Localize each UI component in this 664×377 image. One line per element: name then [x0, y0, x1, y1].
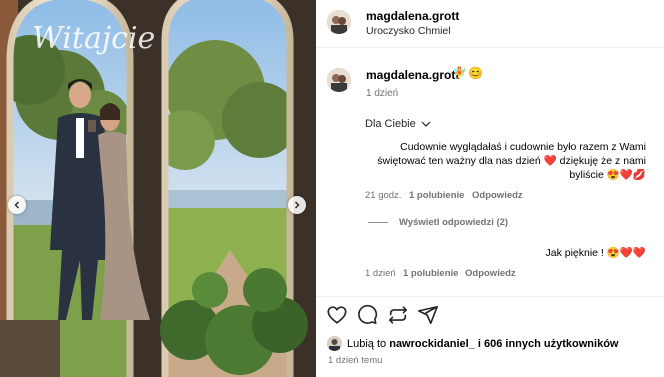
avatar-image	[327, 10, 351, 34]
comment-time[interactable]: 21 godz.	[365, 190, 401, 201]
avatar[interactable]	[327, 68, 351, 92]
post-location[interactable]: Uroczysko Chmiel	[366, 25, 451, 37]
caption-emoji-smile: 😊	[468, 66, 483, 80]
repost-button[interactable]	[387, 304, 409, 331]
comment-reply-button[interactable]: Odpowiedz	[472, 190, 523, 201]
avatar[interactable]	[327, 10, 351, 34]
photo-illustration: Witajcie	[0, 0, 316, 377]
post-photo[interactable]: Witajcie	[0, 0, 316, 377]
comment-likes-count[interactable]: 1 polubienie	[409, 190, 464, 201]
post-author-name[interactable]: magdalena.grott	[366, 9, 459, 23]
view-replies-button[interactable]: Wyświetl odpowiedzi (2)	[399, 217, 508, 228]
comment-button[interactable]	[356, 304, 378, 331]
comment-reply-label: Odpowiedz	[472, 190, 523, 201]
comment-icon	[358, 304, 378, 325]
liker-username[interactable]: nawrockidaniel_	[389, 338, 475, 350]
comment-text: Jak pięknie ! 😍❤️❤️	[545, 247, 646, 259]
comment-time[interactable]: 1 dzień	[365, 268, 396, 279]
comments-filter-label: Dla Ciebie	[365, 118, 416, 130]
post-header: magdalena.grott Uroczysko Chmiel	[316, 0, 664, 48]
comment-likes-count[interactable]: 1 polubienie	[403, 268, 458, 279]
post-time[interactable]: 1 dzień temu	[328, 355, 382, 366]
liker-avatar[interactable]	[327, 336, 342, 351]
next-photo-button[interactable]	[288, 196, 306, 214]
caption-time[interactable]: 1 dzień	[366, 88, 398, 99]
comment-text: Cudownie wyglądałaś i cudownie było raze…	[377, 141, 646, 181]
replies-divider	[368, 222, 388, 223]
post-details-panel: magdalena.grott Uroczysko Chmiel magdale…	[316, 0, 664, 377]
svg-text:Witajcie: Witajcie	[32, 21, 155, 56]
repost-icon	[388, 306, 408, 324]
likes-text: Lubią to nawrockidaniel_ i 606 innych uż…	[347, 338, 618, 350]
heart-icon	[327, 306, 347, 324]
avatar-image	[327, 68, 351, 92]
chevron-right-icon	[295, 201, 300, 209]
likes-prefix: Lubią to	[347, 338, 387, 350]
likes-others-link[interactable]: i 606 innych użytkowników	[478, 338, 619, 350]
comment-reply-button[interactable]: Odpowiedz	[465, 268, 516, 279]
chevron-left-icon	[14, 201, 19, 209]
liker-avatar-image	[327, 336, 342, 351]
chevron-down-icon	[421, 121, 431, 127]
share-button[interactable]	[417, 304, 439, 331]
comment-likes-label: 1 polubienie	[403, 268, 459, 279]
actions-divider	[316, 296, 664, 297]
share-icon	[418, 305, 438, 325]
comment-likes-label: 1 polubienie	[409, 190, 465, 201]
comment-reply-label: Odpowiedz	[465, 268, 516, 279]
comments-filter-dropdown[interactable]: Dla Ciebie	[365, 118, 431, 130]
caption-author-name[interactable]: magdalena.grott	[366, 68, 459, 82]
caption-emoji-fairy: 🧚	[452, 66, 467, 80]
like-button[interactable]	[326, 304, 348, 331]
previous-photo-button[interactable]	[8, 196, 26, 214]
